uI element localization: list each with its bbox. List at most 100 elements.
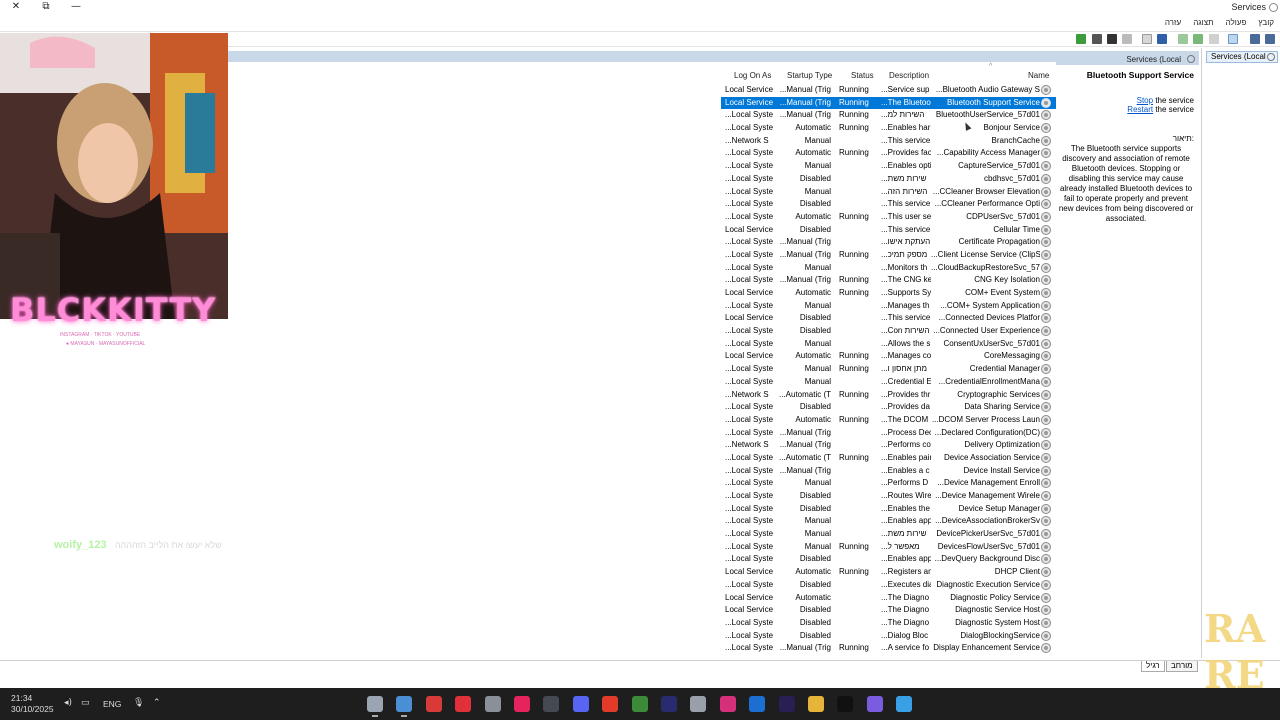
table-row[interactable]: ...Local Syste ...Manual (Trig Running ...מ… xyxy=(721,249,1056,262)
table-row[interactable]: ...Local Syste Disabled ...This service...… xyxy=(721,198,1056,211)
network-icon[interactable]: ▭ xyxy=(81,698,90,708)
properties-icon[interactable] xyxy=(1142,34,1152,44)
refresh-icon[interactable] xyxy=(1193,34,1203,44)
table-row[interactable]: Local Service Automatic Running ...Supports… xyxy=(721,287,1056,300)
table-row[interactable]: ...Local Syste Manual ...השירות הזה ...CCle… xyxy=(721,186,1056,199)
taskbar-outlook-icon[interactable] xyxy=(749,696,766,712)
taskbar-settings-2-icon[interactable] xyxy=(484,696,501,712)
taskbar-after-effects-icon[interactable] xyxy=(661,696,677,712)
close-icon[interactable]: ✕ xyxy=(8,1,24,13)
table-row[interactable]: Local Service ...Manual (Trig Running ...Se… xyxy=(721,84,1056,97)
table-row[interactable]: Local Service Disabled ...This service ...C… xyxy=(721,312,1056,325)
minimize-icon[interactable]: — xyxy=(68,1,84,13)
table-row[interactable]: ...Local Syste Disabled ...Con השירות ...Co… xyxy=(721,325,1056,338)
tree-node-services-local[interactable]: Services (Local xyxy=(1206,51,1278,63)
table-row[interactable]: ...Local Syste Manual Running ...מאפשר ל Dev… xyxy=(721,541,1056,554)
restore-icon[interactable]: ⧉ xyxy=(38,1,54,13)
table-row[interactable]: ...Local Syste Manual Running ...מתן אחסון … xyxy=(721,363,1056,376)
table-row[interactable]: ...Network S ...Manual (Trig ...Performs c… xyxy=(721,439,1056,452)
taskbar-app-red-1-icon[interactable] xyxy=(425,696,442,712)
menu-file[interactable]: קובץ xyxy=(1258,18,1274,27)
column-status[interactable]: Status xyxy=(851,71,874,80)
up-one-level-icon[interactable] xyxy=(1228,34,1238,44)
table-row[interactable]: ...Local Syste Disabled ...Dialog Bloc Dial… xyxy=(721,630,1056,643)
table-row[interactable]: ...Local Syste Disabled ...Executes dia Dia… xyxy=(721,579,1056,592)
taskbar-tiktok-live-icon[interactable] xyxy=(514,696,530,712)
table-row[interactable]: ...Local Syste Automatic Running ...Enables… xyxy=(721,122,1056,135)
volume-icon[interactable]: ◂) xyxy=(64,698,72,708)
table-row[interactable]: ...Network S ...Automatic (T Running ...Pro… xyxy=(721,389,1056,402)
cell-name: ...DeviceAssociationBrokerSv xyxy=(935,516,1040,526)
taskbar-app-red-3-icon[interactable] xyxy=(602,696,619,712)
table-row[interactable]: Local Service Automatic ...The Diagno Diagn… xyxy=(721,592,1056,605)
table-row[interactable]: ...Local Syste ...Manual (Trig Running ...T… xyxy=(721,274,1056,287)
table-row[interactable]: Local Service Disabled ...This service Cell… xyxy=(721,224,1056,237)
table-row[interactable]: ...Local Syste Manual ...Enables opti Captu… xyxy=(721,160,1056,173)
menu-view[interactable]: תצוגה xyxy=(1193,18,1213,27)
forward-icon[interactable] xyxy=(1250,34,1260,44)
table-row[interactable]: ...Local Syste ...Manual (Trig ...העתקת אי… xyxy=(721,236,1056,249)
language-indicator[interactable]: ENG xyxy=(103,699,121,709)
tab-standard[interactable]: רגיל xyxy=(1141,661,1165,672)
taskbar-app-red-2-icon[interactable] xyxy=(455,696,472,712)
table-row[interactable]: ...Local Syste Disabled ...Enables app ...D… xyxy=(721,553,1056,566)
taskbar-obs-icon[interactable] xyxy=(543,696,560,712)
taskbar-explorer-icon[interactable] xyxy=(808,696,824,712)
table-row[interactable]: ...Network S Manual ...This service BranchC… xyxy=(721,135,1056,148)
stop-service-icon[interactable] xyxy=(1107,34,1117,44)
table-row[interactable]: Local Service ...Manual (Trig Running ...Th… xyxy=(721,96,1056,110)
tray-overflow-icon[interactable]: ⌃ xyxy=(153,698,161,708)
tab-extended[interactable]: מורחב xyxy=(1166,661,1198,672)
table-row[interactable]: ...Local Syste Disabled ...Provides da Data… xyxy=(721,401,1056,414)
taskbar-copilot-icon[interactable] xyxy=(866,696,883,712)
taskbar-remote-desktop-icon[interactable] xyxy=(396,696,413,717)
taskbar-settings-gear-icon[interactable] xyxy=(367,696,383,717)
column-startup[interactable]: Startup Type xyxy=(787,71,832,80)
microphone-icon[interactable]: 🎙 xyxy=(133,698,144,708)
column-name[interactable]: Name xyxy=(1028,71,1049,80)
restart-link[interactable]: Restart xyxy=(1127,105,1153,114)
taskbar-premiere-icon[interactable] xyxy=(778,696,795,712)
table-row[interactable]: ...Local Syste Disabled ...The Diagno Diagn… xyxy=(721,617,1056,630)
restart-service-icon[interactable] xyxy=(1122,34,1132,44)
table-row[interactable]: Local Service Disabled ...The Diagno Diagno… xyxy=(721,604,1056,617)
taskbar-tiktok-icon[interactable] xyxy=(837,696,854,712)
help-icon[interactable] xyxy=(1157,34,1167,44)
table-row[interactable]: ...Local Syste Automatic Running ...The DCO… xyxy=(721,414,1056,427)
table-row[interactable]: ...Local Syste ...Manual (Trig Running ...ה… xyxy=(721,109,1056,122)
table-row[interactable]: ...Local Syste Disabled ...שירות משת cbdhsv… xyxy=(721,173,1056,186)
taskbar-chrome-icon[interactable] xyxy=(631,696,648,712)
table-row[interactable]: ...Local Syste ...Manual (Trig ...Enables … xyxy=(721,465,1056,478)
start-service-icon[interactable] xyxy=(1076,34,1086,44)
table-row[interactable]: ...Local Syste Manual ...Manages th ...COM+… xyxy=(721,300,1056,313)
export-list-icon[interactable] xyxy=(1178,34,1188,44)
menu-action[interactable]: פעולה xyxy=(1226,18,1247,27)
stop-link[interactable]: Stop xyxy=(1137,96,1153,105)
taskbar-discord-icon[interactable] xyxy=(572,696,589,712)
table-row[interactable]: Local Service Automatic Running ...Register… xyxy=(721,566,1056,579)
clock[interactable]: 21:34 30/10/2025 xyxy=(11,693,54,715)
table-row[interactable]: Local Service Automatic Running ...Manages … xyxy=(721,350,1056,363)
table-row[interactable]: ...Local Syste Disabled ...Enables the Devi… xyxy=(721,503,1056,516)
column-logon[interactable]: Log On As xyxy=(734,71,771,80)
column-description[interactable]: Description xyxy=(889,71,929,80)
taskbar-app-shield-icon[interactable] xyxy=(690,696,707,712)
table-row[interactable]: ...Local Syste Manual ...Performs D ...Devi… xyxy=(721,477,1056,490)
taskbar-instagram-icon[interactable] xyxy=(719,696,736,712)
table-row[interactable]: ...Local Syste Manual ...Credential E ...Cr… xyxy=(721,376,1056,389)
pause-service-icon[interactable] xyxy=(1092,34,1102,44)
table-row[interactable]: ...Local Syste ...Manual (Trig ...Process … xyxy=(721,427,1056,440)
table-row[interactable]: ...Local Syste ...Manual (Trig Running ...A… xyxy=(721,642,1056,655)
back-icon[interactable] xyxy=(1265,34,1275,44)
table-row[interactable]: ...Local Syste Manual ...Monitors th ...Clo… xyxy=(721,262,1056,275)
table-row[interactable]: ...Local Syste ...Automatic (T Running ...E… xyxy=(721,452,1056,465)
table-row[interactable]: ...Local Syste Disabled ...Routes Wire ...D… xyxy=(721,490,1056,503)
show-hide-tree-icon[interactable] xyxy=(1209,34,1219,44)
table-row[interactable]: ...Local Syste Manual ...Allows the s Conse… xyxy=(721,338,1056,351)
taskbar-windows-start-icon[interactable] xyxy=(896,696,913,712)
table-row[interactable]: ...Local Syste Automatic Running ...Provide… xyxy=(721,147,1056,160)
menu-help[interactable]: עזרה xyxy=(1165,18,1181,27)
table-row[interactable]: ...Local Syste Manual ...שירות משת DevicePi… xyxy=(721,528,1056,541)
table-row[interactable]: ...Local Syste Manual ...Enables app ...Dev… xyxy=(721,515,1056,528)
table-row[interactable]: ...Local Syste Automatic Running ...This us… xyxy=(721,211,1056,224)
